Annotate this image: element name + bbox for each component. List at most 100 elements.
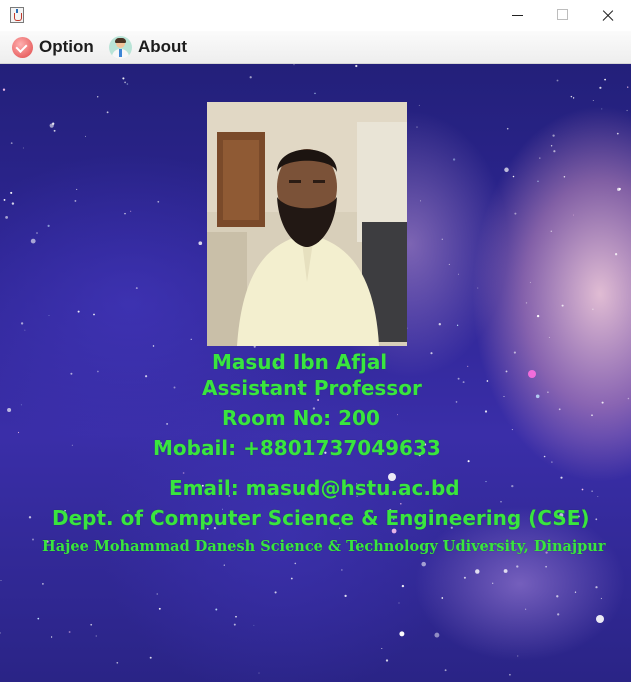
star <box>627 397 630 400</box>
star <box>595 518 598 521</box>
star <box>505 370 508 373</box>
bright-star <box>528 370 536 378</box>
star <box>68 631 71 633</box>
star <box>106 111 109 114</box>
star <box>561 304 564 307</box>
star <box>157 200 160 203</box>
menu-option[interactable]: Option <box>12 31 94 63</box>
star <box>514 212 517 215</box>
star <box>344 594 347 598</box>
star <box>525 608 527 610</box>
star <box>556 595 559 598</box>
star <box>30 238 36 244</box>
maximize-icon[interactable] <box>540 0 586 31</box>
star <box>591 490 593 492</box>
star <box>0 580 2 581</box>
profile-panel: Masud Ibn Afjal Assistant Professor Room… <box>0 64 631 682</box>
star <box>290 577 293 580</box>
close-icon[interactable] <box>585 0 631 31</box>
star <box>492 582 494 584</box>
star <box>419 200 422 202</box>
star <box>10 191 13 194</box>
star <box>124 212 126 215</box>
menu-bar: Option About <box>0 31 631 64</box>
star <box>182 472 185 474</box>
star <box>93 313 95 316</box>
star <box>456 324 459 326</box>
star <box>124 81 126 84</box>
star <box>28 516 32 519</box>
star <box>17 431 20 434</box>
star <box>418 104 420 106</box>
java-cup-icon <box>10 7 24 23</box>
profile-photo <box>207 102 407 346</box>
star <box>421 561 426 567</box>
star <box>152 345 155 347</box>
star <box>399 631 405 637</box>
star <box>525 302 528 304</box>
star <box>511 429 513 431</box>
profile-room: Room No: 200 <box>222 406 380 430</box>
star <box>97 96 99 98</box>
star <box>116 661 119 664</box>
star <box>444 669 447 672</box>
star <box>430 352 433 355</box>
star <box>462 381 465 384</box>
star <box>32 538 34 541</box>
profile-mobile: Mobail: +8801737049633 <box>153 436 441 460</box>
star <box>70 372 73 375</box>
star <box>190 338 192 340</box>
star <box>145 375 148 378</box>
star <box>20 322 24 325</box>
star <box>85 135 86 137</box>
star <box>452 158 456 161</box>
star <box>223 564 225 566</box>
star <box>618 187 621 191</box>
star <box>467 460 470 463</box>
star <box>24 329 26 331</box>
star <box>591 414 593 417</box>
star <box>486 380 489 382</box>
minimize-icon[interactable] <box>494 0 540 31</box>
checkmark-icon <box>12 36 33 58</box>
star <box>614 253 618 256</box>
star <box>512 175 515 178</box>
star <box>173 386 176 389</box>
star <box>553 150 556 153</box>
star <box>398 602 400 604</box>
star <box>457 377 460 380</box>
star <box>537 180 539 183</box>
star <box>535 394 540 399</box>
star <box>455 401 458 403</box>
star <box>581 488 584 491</box>
star <box>448 263 450 265</box>
star <box>503 569 508 573</box>
star <box>595 586 598 589</box>
star <box>11 202 15 205</box>
star <box>198 241 203 246</box>
star <box>400 502 402 505</box>
star <box>548 336 550 338</box>
star <box>130 210 132 212</box>
star <box>550 230 553 232</box>
star <box>149 656 152 659</box>
star <box>600 597 602 600</box>
star <box>616 132 619 135</box>
menu-about[interactable]: About <box>109 31 187 63</box>
profile-university: Hajee Mohammad Danesh Science & Technolo… <box>42 538 606 555</box>
star <box>552 134 555 137</box>
star <box>539 157 541 159</box>
star <box>604 78 606 81</box>
star <box>511 484 514 488</box>
star <box>48 314 50 316</box>
star <box>441 238 443 240</box>
star <box>574 591 577 593</box>
star <box>76 188 78 190</box>
star <box>551 461 553 463</box>
profile-designation: Assistant Professor <box>202 376 422 400</box>
star <box>166 422 169 425</box>
star <box>135 287 138 290</box>
star <box>385 659 389 662</box>
star <box>506 127 509 130</box>
star <box>341 569 343 571</box>
